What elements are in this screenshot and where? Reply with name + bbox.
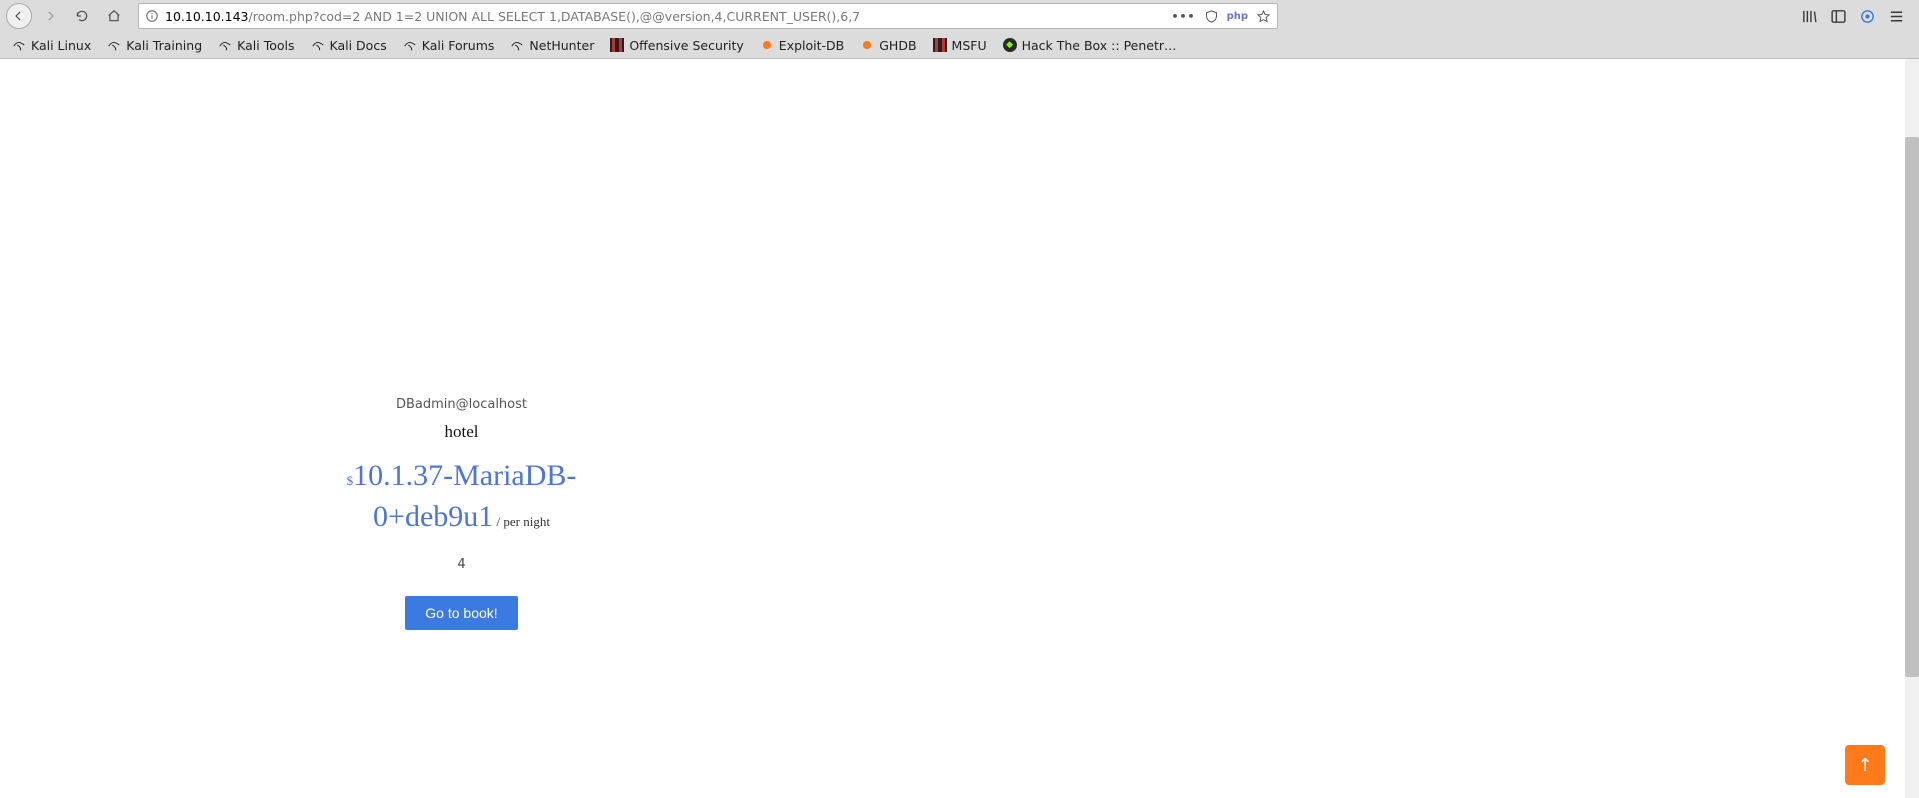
url-path: /room.php?cod=2 AND 1=2 UNION ALL SELECT… <box>249 9 861 24</box>
per-night-label: / per night <box>493 514 550 529</box>
reload-button[interactable] <box>68 2 96 30</box>
bookmark-item[interactable]: GHDB <box>854 36 922 55</box>
db-name: hotel <box>322 422 601 442</box>
scrollbar-thumb[interactable] <box>1905 137 1919 677</box>
bookmark-item[interactable]: ◆ Hack The Box :: Penetr… <box>997 36 1183 55</box>
forward-button <box>36 2 64 30</box>
bookmark-label: Kali Linux <box>31 38 91 53</box>
kali-icon <box>218 38 232 52</box>
kali-icon <box>510 38 524 52</box>
bookmark-label: Kali Tools <box>237 38 294 53</box>
kali-icon <box>311 38 325 52</box>
kali-icon <box>403 38 417 52</box>
exploitdb-icon <box>860 38 874 52</box>
page-actions-icon[interactable]: ••• <box>1171 10 1195 23</box>
bookmark-label: Hack The Box :: Penetr… <box>1022 38 1177 53</box>
reload-icon <box>75 9 89 23</box>
navigation-toolbar: 10.10.10.143 /room.php?cod=2 AND 1=2 UNI… <box>0 0 1919 32</box>
room-card: DBadmin@localhost hotel $10.1.37-MariaDB… <box>314 359 609 650</box>
shield-icon[interactable] <box>1204 9 1219 24</box>
go-to-book-button[interactable]: Go to book! <box>405 596 517 630</box>
star-icon[interactable] <box>1256 9 1271 24</box>
bookmark-item[interactable]: NetHunter <box>504 36 600 55</box>
info-icon <box>145 9 159 23</box>
bookmark-item[interactable]: MSFU <box>927 36 993 55</box>
home-icon <box>107 9 121 23</box>
arrow-right-icon <box>43 9 57 23</box>
kali-icon <box>12 38 26 52</box>
bookmark-label: Kali Forums <box>422 38 495 53</box>
page-viewport: DBadmin@localhost hotel $10.1.37-MariaDB… <box>0 59 1919 798</box>
bookmark-item[interactable]: Exploit-DB <box>754 36 850 55</box>
price-line: $10.1.37-MariaDB-0+deb9u1 / per night <box>322 456 601 537</box>
offsec-icon <box>610 38 624 52</box>
url-right-icons: ••• php <box>1171 9 1271 24</box>
toolbar-right <box>1801 8 1913 25</box>
sidebar-icon[interactable] <box>1830 8 1847 25</box>
db-user: DBadmin@localhost <box>322 397 601 412</box>
arrow-left-icon <box>12 9 26 23</box>
back-button[interactable] <box>6 3 32 29</box>
bookmark-label: NetHunter <box>529 38 594 53</box>
exploitdb-icon <box>760 38 774 52</box>
addon-icon[interactable] <box>1859 8 1876 25</box>
menu-icon[interactable] <box>1888 8 1905 25</box>
htb-icon: ◆ <box>1003 38 1017 52</box>
url-host: 10.10.10.143 <box>165 9 249 24</box>
extra-number: 4 <box>322 557 601 572</box>
bookmark-item[interactable]: Kali Forums <box>397 36 501 55</box>
php-badge-icon: php <box>1227 11 1248 22</box>
bookmark-label: Offensive Security <box>629 38 743 53</box>
library-icon[interactable] <box>1801 8 1818 25</box>
bookmark-item[interactable]: Kali Linux <box>6 36 97 55</box>
kali-icon <box>107 38 121 52</box>
bookmark-item[interactable]: Offensive Security <box>604 36 749 55</box>
bookmark-item[interactable]: Kali Tools <box>212 36 300 55</box>
bookmark-item[interactable]: Kali Docs <box>305 36 393 55</box>
scroll-top-button[interactable]: ↑ <box>1845 745 1885 785</box>
bookmark-label: MSFU <box>952 38 987 53</box>
bookmark-label: Kali Docs <box>330 38 387 53</box>
home-button[interactable] <box>100 2 128 30</box>
offsec-icon <box>933 38 947 52</box>
bookmark-label: Kali Training <box>126 38 202 53</box>
bookmarks-toolbar: Kali Linux Kali Training Kali Tools Kali Do… <box>0 32 1919 58</box>
url-bar[interactable]: 10.10.10.143 /room.php?cod=2 AND 1=2 UNI… <box>138 3 1278 29</box>
arrow-up-icon: ↑ <box>1857 755 1872 776</box>
bookmark-label: GHDB <box>879 38 916 53</box>
browser-chrome: 10.10.10.143 /room.php?cod=2 AND 1=2 UNI… <box>0 0 1919 59</box>
bookmark-label: Exploit-DB <box>779 38 844 53</box>
bookmark-item[interactable]: Kali Training <box>101 36 208 55</box>
